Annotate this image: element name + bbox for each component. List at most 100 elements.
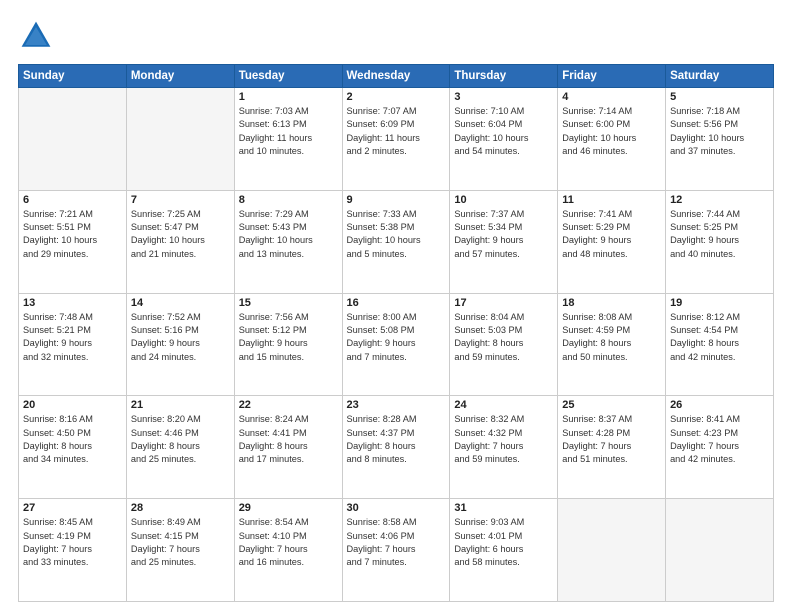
header-row: SundayMondayTuesdayWednesdayThursdayFrid… — [19, 65, 774, 88]
day-header-wednesday: Wednesday — [342, 65, 450, 88]
day-info: Sunrise: 8:16 AM Sunset: 4:50 PM Dayligh… — [23, 413, 122, 466]
calendar-cell: 28 Sunrise: 8:49 AM Sunset: 4:15 PM Dayli… — [126, 499, 234, 602]
calendar-cell — [558, 499, 666, 602]
day-info: Sunrise: 8:08 AM Sunset: 4:59 PM Dayligh… — [562, 311, 661, 364]
day-info: Sunrise: 8:20 AM Sunset: 4:46 PM Dayligh… — [131, 413, 230, 466]
day-header-sunday: Sunday — [19, 65, 127, 88]
week-row-0: 1 Sunrise: 7:03 AM Sunset: 6:13 PM Daylig… — [19, 88, 774, 191]
day-number: 18 — [562, 297, 661, 309]
day-number: 4 — [562, 91, 661, 103]
day-info: Sunrise: 8:32 AM Sunset: 4:32 PM Dayligh… — [454, 413, 553, 466]
day-number: 1 — [239, 91, 338, 103]
day-number: 21 — [131, 399, 230, 411]
day-number: 17 — [454, 297, 553, 309]
calendar-cell — [126, 88, 234, 191]
calendar-cell: 4Sunrise: 7:14 AM Sunset: 6:00 PM Daylig… — [558, 88, 666, 191]
calendar-cell: 17 Sunrise: 8:04 AM Sunset: 5:03 PM Dayli… — [450, 293, 558, 396]
logo — [18, 18, 60, 54]
day-info: Sunrise: 7:33 AM Sunset: 5:38 PM Dayligh… — [347, 208, 446, 261]
day-number: 11 — [562, 194, 661, 206]
day-info: Sunrise: 7:56 AM Sunset: 5:12 PM Dayligh… — [239, 311, 338, 364]
calendar-cell: 29Sunrise: 8:54 AM Sunset: 4:10 PM Dayli… — [234, 499, 342, 602]
calendar-cell: 6Sunrise: 7:21 AM Sunset: 5:51 PM Daylig… — [19, 190, 127, 293]
day-header-friday: Friday — [558, 65, 666, 88]
calendar-cell: 27 Sunrise: 8:45 AM Sunset: 4:19 PM Dayli… — [19, 499, 127, 602]
day-number: 27 — [23, 502, 122, 514]
calendar-cell: 10Sunrise: 7:37 AM Sunset: 5:34 PM Dayli… — [450, 190, 558, 293]
day-number: 28 — [131, 502, 230, 514]
day-number: 3 — [454, 91, 553, 103]
calendar-cell: 20 Sunrise: 8:16 AM Sunset: 4:50 PM Dayli… — [19, 396, 127, 499]
day-number: 26 — [670, 399, 769, 411]
day-info: Sunrise: 9:03 AM Sunset: 4:01 PM Dayligh… — [454, 516, 553, 569]
day-info: Sunrise: 7:37 AM Sunset: 5:34 PM Dayligh… — [454, 208, 553, 261]
day-header-tuesday: Tuesday — [234, 65, 342, 88]
day-header-monday: Monday — [126, 65, 234, 88]
calendar-cell: 24 Sunrise: 8:32 AM Sunset: 4:32 PM Dayli… — [450, 396, 558, 499]
day-number: 16 — [347, 297, 446, 309]
week-row-3: 20 Sunrise: 8:16 AM Sunset: 4:50 PM Dayli… — [19, 396, 774, 499]
calendar-cell: 22 Sunrise: 8:24 AM Sunset: 4:41 PM Dayli… — [234, 396, 342, 499]
day-info: Sunrise: 8:00 AM Sunset: 5:08 PM Dayligh… — [347, 311, 446, 364]
day-info: Sunrise: 8:54 AM Sunset: 4:10 PM Dayligh… — [239, 516, 338, 569]
day-number: 6 — [23, 194, 122, 206]
calendar-cell: 15 Sunrise: 7:56 AM Sunset: 5:12 PM Dayli… — [234, 293, 342, 396]
day-number: 23 — [347, 399, 446, 411]
day-info: Sunrise: 7:52 AM Sunset: 5:16 PM Dayligh… — [131, 311, 230, 364]
calendar-cell: 3 Sunrise: 7:10 AM Sunset: 6:04 PM Daylig… — [450, 88, 558, 191]
calendar-table: SundayMondayTuesdayWednesdayThursdayFrid… — [18, 64, 774, 602]
day-info: Sunrise: 7:18 AM Sunset: 5:56 PM Dayligh… — [670, 105, 769, 158]
day-info: Sunrise: 7:03 AM Sunset: 6:13 PM Dayligh… — [239, 105, 338, 158]
day-info: Sunrise: 7:44 AM Sunset: 5:25 PM Dayligh… — [670, 208, 769, 261]
calendar-cell: 25 Sunrise: 8:37 AM Sunset: 4:28 PM Dayli… — [558, 396, 666, 499]
calendar-cell: 23 Sunrise: 8:28 AM Sunset: 4:37 PM Dayli… — [342, 396, 450, 499]
day-number: 24 — [454, 399, 553, 411]
day-header-thursday: Thursday — [450, 65, 558, 88]
week-row-1: 6Sunrise: 7:21 AM Sunset: 5:51 PM Daylig… — [19, 190, 774, 293]
day-number: 19 — [670, 297, 769, 309]
week-row-4: 27 Sunrise: 8:45 AM Sunset: 4:19 PM Dayli… — [19, 499, 774, 602]
day-number: 5 — [670, 91, 769, 103]
day-number: 8 — [239, 194, 338, 206]
calendar-cell — [666, 499, 774, 602]
calendar-cell: 31 Sunrise: 9:03 AM Sunset: 4:01 PM Dayli… — [450, 499, 558, 602]
day-info: Sunrise: 8:41 AM Sunset: 4:23 PM Dayligh… — [670, 413, 769, 466]
calendar-cell — [19, 88, 127, 191]
calendar-cell: 9Sunrise: 7:33 AM Sunset: 5:38 PM Daylig… — [342, 190, 450, 293]
day-number: 20 — [23, 399, 122, 411]
day-info: Sunrise: 8:58 AM Sunset: 4:06 PM Dayligh… — [347, 516, 446, 569]
calendar-cell: 13Sunrise: 7:48 AM Sunset: 5:21 PM Dayli… — [19, 293, 127, 396]
calendar-cell: 8 Sunrise: 7:29 AM Sunset: 5:43 PM Daylig… — [234, 190, 342, 293]
day-number: 14 — [131, 297, 230, 309]
calendar-cell: 18 Sunrise: 8:08 AM Sunset: 4:59 PM Dayli… — [558, 293, 666, 396]
day-info: Sunrise: 8:45 AM Sunset: 4:19 PM Dayligh… — [23, 516, 122, 569]
calendar-cell: 7Sunrise: 7:25 AM Sunset: 5:47 PM Daylig… — [126, 190, 234, 293]
calendar-cell: 14 Sunrise: 7:52 AM Sunset: 5:16 PM Dayli… — [126, 293, 234, 396]
day-info: Sunrise: 8:04 AM Sunset: 5:03 PM Dayligh… — [454, 311, 553, 364]
calendar-cell: 26 Sunrise: 8:41 AM Sunset: 4:23 PM Dayli… — [666, 396, 774, 499]
day-number: 15 — [239, 297, 338, 309]
day-number: 25 — [562, 399, 661, 411]
day-info: Sunrise: 8:37 AM Sunset: 4:28 PM Dayligh… — [562, 413, 661, 466]
day-info: Sunrise: 7:10 AM Sunset: 6:04 PM Dayligh… — [454, 105, 553, 158]
day-number: 2 — [347, 91, 446, 103]
day-info: Sunrise: 8:24 AM Sunset: 4:41 PM Dayligh… — [239, 413, 338, 466]
day-number: 12 — [670, 194, 769, 206]
calendar-body: 1 Sunrise: 7:03 AM Sunset: 6:13 PM Daylig… — [19, 88, 774, 602]
day-number: 31 — [454, 502, 553, 514]
calendar-cell: 1 Sunrise: 7:03 AM Sunset: 6:13 PM Daylig… — [234, 88, 342, 191]
page: SundayMondayTuesdayWednesdayThursdayFrid… — [0, 0, 792, 612]
day-info: Sunrise: 7:41 AM Sunset: 5:29 PM Dayligh… — [562, 208, 661, 261]
day-info: Sunrise: 7:48 AM Sunset: 5:21 PM Dayligh… — [23, 311, 122, 364]
calendar-cell: 11 Sunrise: 7:41 AM Sunset: 5:29 PM Dayli… — [558, 190, 666, 293]
calendar-cell: 12 Sunrise: 7:44 AM Sunset: 5:25 PM Dayli… — [666, 190, 774, 293]
header — [18, 18, 774, 54]
day-info: Sunrise: 7:29 AM Sunset: 5:43 PM Dayligh… — [239, 208, 338, 261]
day-number: 22 — [239, 399, 338, 411]
calendar-cell: 2Sunrise: 7:07 AM Sunset: 6:09 PM Daylig… — [342, 88, 450, 191]
calendar-cell: 21 Sunrise: 8:20 AM Sunset: 4:46 PM Dayli… — [126, 396, 234, 499]
day-number: 7 — [131, 194, 230, 206]
day-info: Sunrise: 8:28 AM Sunset: 4:37 PM Dayligh… — [347, 413, 446, 466]
day-info: Sunrise: 8:49 AM Sunset: 4:15 PM Dayligh… — [131, 516, 230, 569]
calendar-header: SundayMondayTuesdayWednesdayThursdayFrid… — [19, 65, 774, 88]
